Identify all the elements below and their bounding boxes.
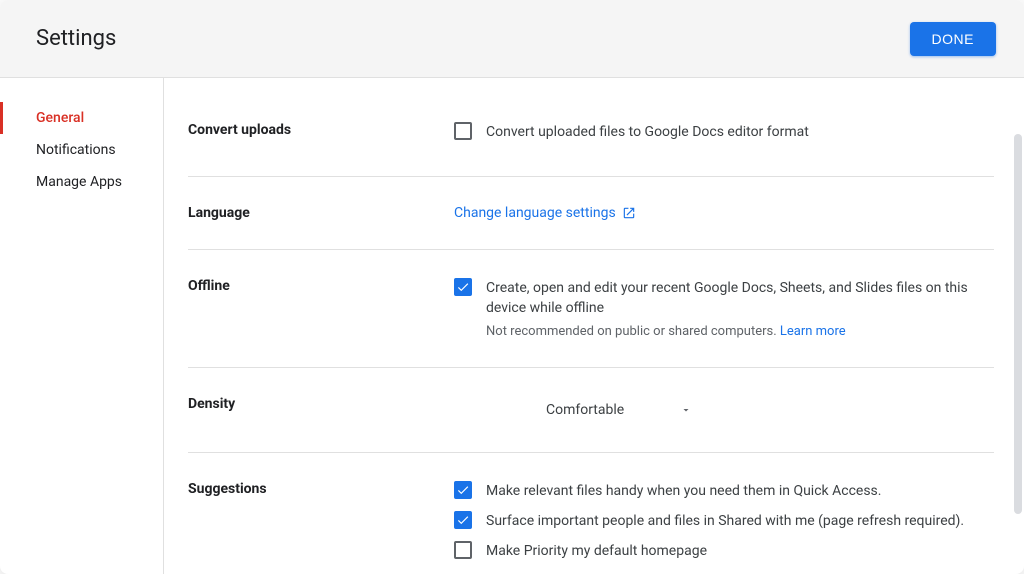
sidebar-item-notifications[interactable]: Notifications	[0, 134, 163, 166]
section-label: Offline	[188, 278, 454, 339]
settings-modal: Settings DONE General Notifications Mana…	[0, 0, 1024, 574]
modal-header: Settings DONE	[0, 0, 1024, 78]
offline-checkbox[interactable]	[454, 278, 472, 296]
check-icon	[456, 513, 470, 527]
offline-row: Create, open and edit your recent Google…	[454, 278, 994, 318]
open-in-new-icon	[622, 206, 636, 220]
section-label: Language	[188, 205, 454, 221]
change-language-link[interactable]: Change language settings	[454, 205, 636, 221]
suggestion-shared-checkbox[interactable]	[454, 511, 472, 529]
section-label: Density	[188, 396, 454, 424]
suggestion-priority-checkbox[interactable]	[454, 541, 472, 559]
sidebar-item-general[interactable]: General	[0, 102, 163, 134]
section-convert-uploads: Convert uploads Convert uploaded files t…	[188, 78, 994, 177]
suggestion-quick-access-checkbox[interactable]	[454, 481, 472, 499]
convert-uploads-text: Convert uploaded files to Google Docs ed…	[486, 122, 809, 142]
density-value: Comfortable	[546, 402, 624, 418]
offline-note: Not recommended on public or shared comp…	[486, 324, 994, 339]
link-text: Change language settings	[454, 205, 616, 221]
suggestion-priority-text: Make Priority my default homepage	[486, 541, 707, 561]
convert-uploads-row: Convert uploaded files to Google Docs ed…	[454, 122, 994, 142]
offline-text: Create, open and edit your recent Google…	[486, 278, 994, 318]
sidebar-item-manage-apps[interactable]: Manage Apps	[0, 166, 163, 198]
suggestion-priority-row: Make Priority my default homepage	[454, 541, 994, 561]
check-icon	[456, 280, 470, 294]
content-scrollbar[interactable]	[1014, 134, 1022, 514]
section-label: Suggestions	[188, 481, 454, 567]
density-select[interactable]: Comfortable	[538, 396, 700, 424]
settings-content[interactable]: Convert uploads Convert uploaded files t…	[164, 78, 1024, 574]
check-icon	[456, 483, 470, 497]
section-language: Language Change language settings	[188, 177, 994, 250]
suggestion-quick-access-row: Make relevant files handy when you need …	[454, 481, 994, 501]
convert-uploads-checkbox[interactable]	[454, 122, 472, 140]
section-density: Density Comfortable	[188, 368, 994, 453]
offline-learn-more-link[interactable]: Learn more	[780, 324, 846, 339]
suggestion-shared-row: Surface important people and files in Sh…	[454, 511, 994, 531]
section-label: Convert uploads	[188, 122, 454, 148]
section-offline: Offline Create, open and edit your recen…	[188, 250, 994, 368]
modal-body: General Notifications Manage Apps Conver…	[0, 78, 1024, 574]
section-suggestions: Suggestions Make relevant files handy wh…	[188, 453, 994, 574]
done-button[interactable]: DONE	[910, 22, 996, 56]
settings-sidebar: General Notifications Manage Apps	[0, 78, 164, 574]
offline-note-prefix: Not recommended on public or shared comp…	[486, 324, 780, 339]
suggestion-shared-text: Surface important people and files in Sh…	[486, 511, 964, 531]
modal-title: Settings	[36, 26, 116, 51]
chevron-down-icon	[680, 404, 692, 416]
suggestion-quick-access-text: Make relevant files handy when you need …	[486, 481, 881, 501]
